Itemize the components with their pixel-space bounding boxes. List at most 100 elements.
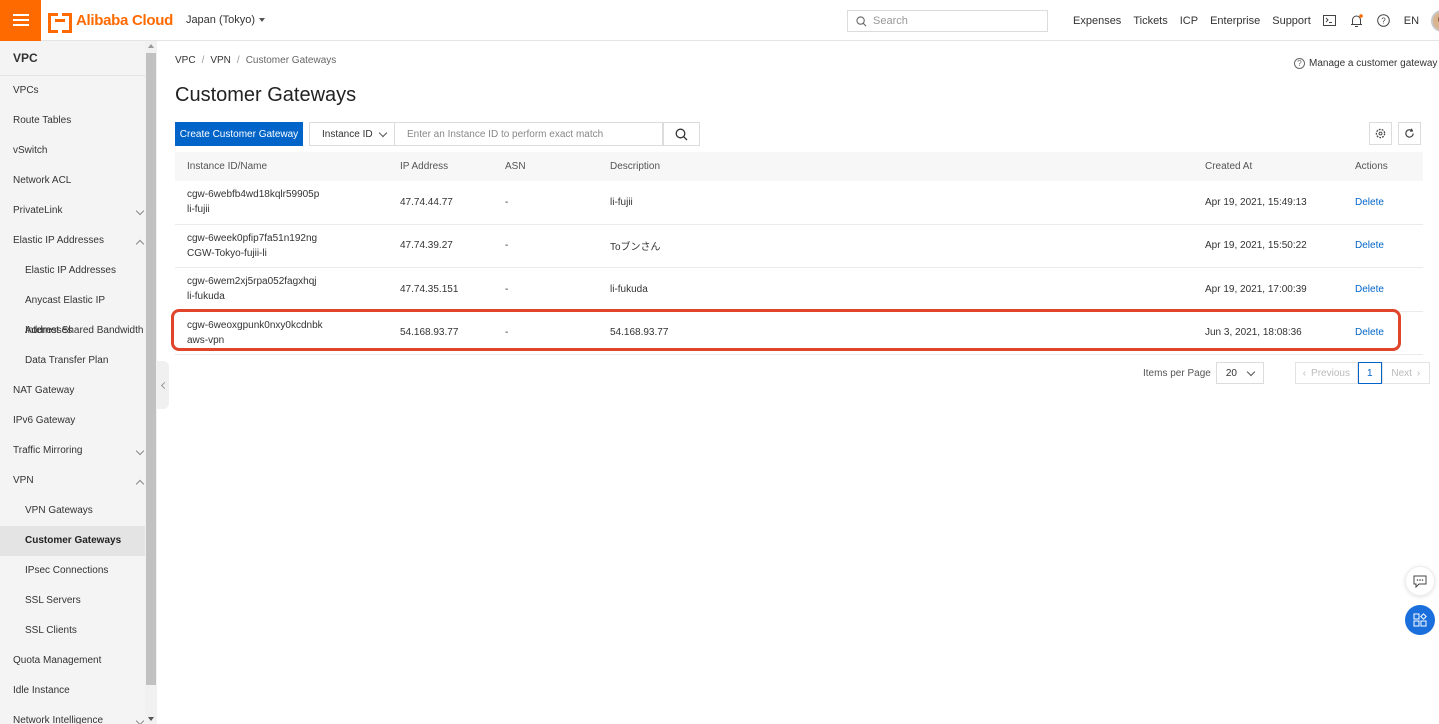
- manage-customer-gateway-link[interactable]: ? Manage a customer gateway: [1294, 58, 1437, 69]
- chat-icon: [1413, 575, 1427, 588]
- scroll-up-arrow-icon[interactable]: [148, 44, 154, 48]
- sidebar-item-label: SSL Servers: [25, 595, 81, 606]
- svg-text:?: ?: [1382, 17, 1387, 26]
- support-link[interactable]: Support: [1272, 15, 1311, 27]
- filter-type-value: Instance ID: [322, 128, 373, 140]
- sidebar-item-vpn[interactable]: VPN: [0, 466, 145, 496]
- column-header-asn: ASN: [505, 161, 526, 172]
- hamburger-menu-icon[interactable]: [0, 0, 41, 41]
- sidebar-item-traffic-mirroring[interactable]: Traffic Mirroring: [0, 436, 145, 466]
- instance-name: aws-vpn: [187, 334, 225, 346]
- icp-link[interactable]: ICP: [1180, 15, 1198, 27]
- global-search[interactable]: [847, 10, 1048, 32]
- region-selector[interactable]: Japan (Tokyo): [186, 14, 266, 26]
- column-header-ip-address: IP Address: [400, 161, 449, 172]
- table-row: cgw-6weoxgpunk0nxy0kcdnbk aws-vpn 54.168.9…: [175, 312, 1423, 355]
- breadcrumb-current: Customer Gateways: [245, 55, 337, 66]
- instance-id: cgw-6weoxgpunk0nxy0kcdnbk: [187, 319, 323, 331]
- page-1-button[interactable]: 1: [1357, 362, 1382, 384]
- next-page-button[interactable]: Next ›: [1381, 362, 1430, 384]
- search-icon: [856, 15, 867, 26]
- scrollbar-thumb[interactable]: [146, 53, 156, 685]
- delete-link[interactable]: Delete: [1355, 240, 1423, 251]
- sidebar-item-elastic-ip-addresses[interactable]: Elastic IP Addresses: [0, 226, 145, 256]
- refresh-button[interactable]: [1398, 122, 1421, 145]
- sidebar-item-network-acl[interactable]: Network ACL: [0, 166, 145, 196]
- caret-down-icon: [259, 18, 266, 22]
- sidebar-item-ipv6-gateway[interactable]: IPv6 Gateway: [0, 406, 145, 436]
- sidebar-item-label: VPCs: [13, 85, 39, 96]
- created-at-cell: Apr 19, 2021, 15:50:22: [1205, 240, 1307, 252]
- sidebar-item-vpn-gateways[interactable]: VPN Gateways: [0, 496, 145, 526]
- delete-link[interactable]: Delete: [1355, 327, 1423, 338]
- items-per-page-select[interactable]: 20: [1215, 362, 1264, 384]
- sidebar-item-label: IPsec Connections: [25, 565, 109, 576]
- bell-icon[interactable]: [1350, 13, 1364, 28]
- sidebar-item-label: Internet Shared Bandwidth: [25, 325, 144, 336]
- asn-cell: -: [505, 240, 509, 252]
- sidebar-item-label: Elastic IP Addresses: [13, 235, 104, 246]
- previous-page-button[interactable]: ‹ Previous: [1294, 362, 1358, 384]
- instance-id-filter-input[interactable]: [395, 122, 663, 146]
- sidebar-item-label: Quota Management: [13, 655, 102, 666]
- enterprise-link[interactable]: Enterprise: [1210, 15, 1260, 27]
- sidebar-item-label: NAT Gateway: [13, 385, 75, 396]
- sidebar-item-ssl-servers[interactable]: SSL Servers: [0, 586, 145, 616]
- language-switch[interactable]: EN: [1404, 15, 1419, 27]
- created-at-cell: Jun 3, 2021, 18:08:36: [1205, 327, 1302, 339]
- sidebar-item-customer-gateways[interactable]: Customer Gateways: [0, 526, 145, 556]
- user-avatar[interactable]: [1431, 9, 1439, 32]
- apps-button[interactable]: [1405, 605, 1435, 635]
- alibaba-cloud-logo[interactable]: Alibaba Cloud: [48, 11, 173, 33]
- feedback-button[interactable]: [1405, 566, 1435, 596]
- chevron-down-icon: [135, 206, 145, 216]
- sidebar-item-vswitch[interactable]: vSwitch: [0, 136, 145, 166]
- scroll-down-arrow-icon[interactable]: [148, 717, 154, 721]
- brand-name: Alibaba Cloud: [76, 11, 173, 29]
- sidebar-item-label: VPN: [13, 475, 34, 486]
- instance-id: cgw-6webfb4wd18kqlr59905p: [187, 189, 320, 201]
- expenses-link[interactable]: Expenses: [1073, 15, 1121, 27]
- sidebar-item-network-intelligence[interactable]: Network Intelligence: [0, 706, 145, 724]
- sidebar-item-privatelink[interactable]: PrivateLink: [0, 196, 145, 226]
- filter-search-button[interactable]: [663, 122, 700, 146]
- chevron-down-icon: [378, 128, 388, 138]
- chevron-up-icon: [135, 239, 145, 249]
- sidebar-collapse-handle[interactable]: [157, 361, 169, 409]
- sidebar-item-data-transfer-plan[interactable]: Data Transfer Plan: [0, 346, 145, 376]
- sidebar-item-quota-management[interactable]: Quota Management: [0, 646, 145, 676]
- sidebar: VPC VPCs Route Tables vSwitch Network ACL Pr…: [0, 41, 157, 724]
- sidebar-item-ipsec-connections[interactable]: IPsec Connections: [0, 556, 145, 586]
- chevron-down-icon: [135, 446, 145, 456]
- sidebar-item-internet-shared-bandwidth[interactable]: Internet Shared Bandwidth: [0, 316, 145, 346]
- ip-address-cell: 47.74.35.151: [400, 283, 459, 295]
- help-link-label: Manage a customer gateway: [1309, 58, 1438, 69]
- table-row: cgw-6week0pfip7fa51n192ng CGW-Tokyo-fujii…: [175, 225, 1423, 268]
- filter-type-select[interactable]: Instance ID: [309, 122, 395, 146]
- sidebar-item-label: PrivateLink: [13, 205, 63, 216]
- create-customer-gateway-button[interactable]: Create Customer Gateway: [175, 122, 303, 146]
- sidebar-item-elastic-ip-addresses[interactable]: Elastic IP Addresses: [0, 256, 145, 286]
- column-header-description: Description: [610, 161, 661, 172]
- breadcrumb-vpn[interactable]: VPN: [210, 55, 231, 66]
- created-at-cell: Apr 19, 2021, 17:00:39: [1205, 283, 1307, 295]
- instance-id: cgw-6wem2xj5rpa052fagxhqj: [187, 276, 317, 288]
- breadcrumb-vpc[interactable]: VPC: [175, 55, 196, 66]
- sidebar-item-anycast-elastic-ip-addresses[interactable]: Anycast Elastic IP Addresses: [0, 286, 145, 336]
- search-input[interactable]: [873, 15, 1033, 27]
- tickets-link[interactable]: Tickets: [1133, 15, 1167, 27]
- sidebar-item-idle-instance[interactable]: Idle Instance: [0, 676, 145, 706]
- terminal-icon[interactable]: [1323, 14, 1337, 28]
- sidebar-item-vpcs[interactable]: VPCs: [0, 76, 145, 106]
- sidebar-item-ssl-clients[interactable]: SSL Clients: [0, 616, 145, 646]
- sidebar-item-label: Data Transfer Plan: [25, 355, 109, 366]
- sidebar-item-nat-gateway[interactable]: NAT Gateway: [0, 376, 145, 406]
- help-icon[interactable]: ?: [1377, 14, 1391, 28]
- sidebar-item-route-tables[interactable]: Route Tables: [0, 106, 145, 136]
- sidebar-scrollbar[interactable]: [145, 41, 157, 724]
- delete-link[interactable]: Delete: [1355, 197, 1423, 208]
- ip-address-cell: 54.168.93.77: [400, 327, 459, 339]
- sidebar-item-label: IPv6 Gateway: [13, 415, 76, 426]
- settings-button[interactable]: [1369, 122, 1392, 145]
- delete-link[interactable]: Delete: [1355, 284, 1423, 295]
